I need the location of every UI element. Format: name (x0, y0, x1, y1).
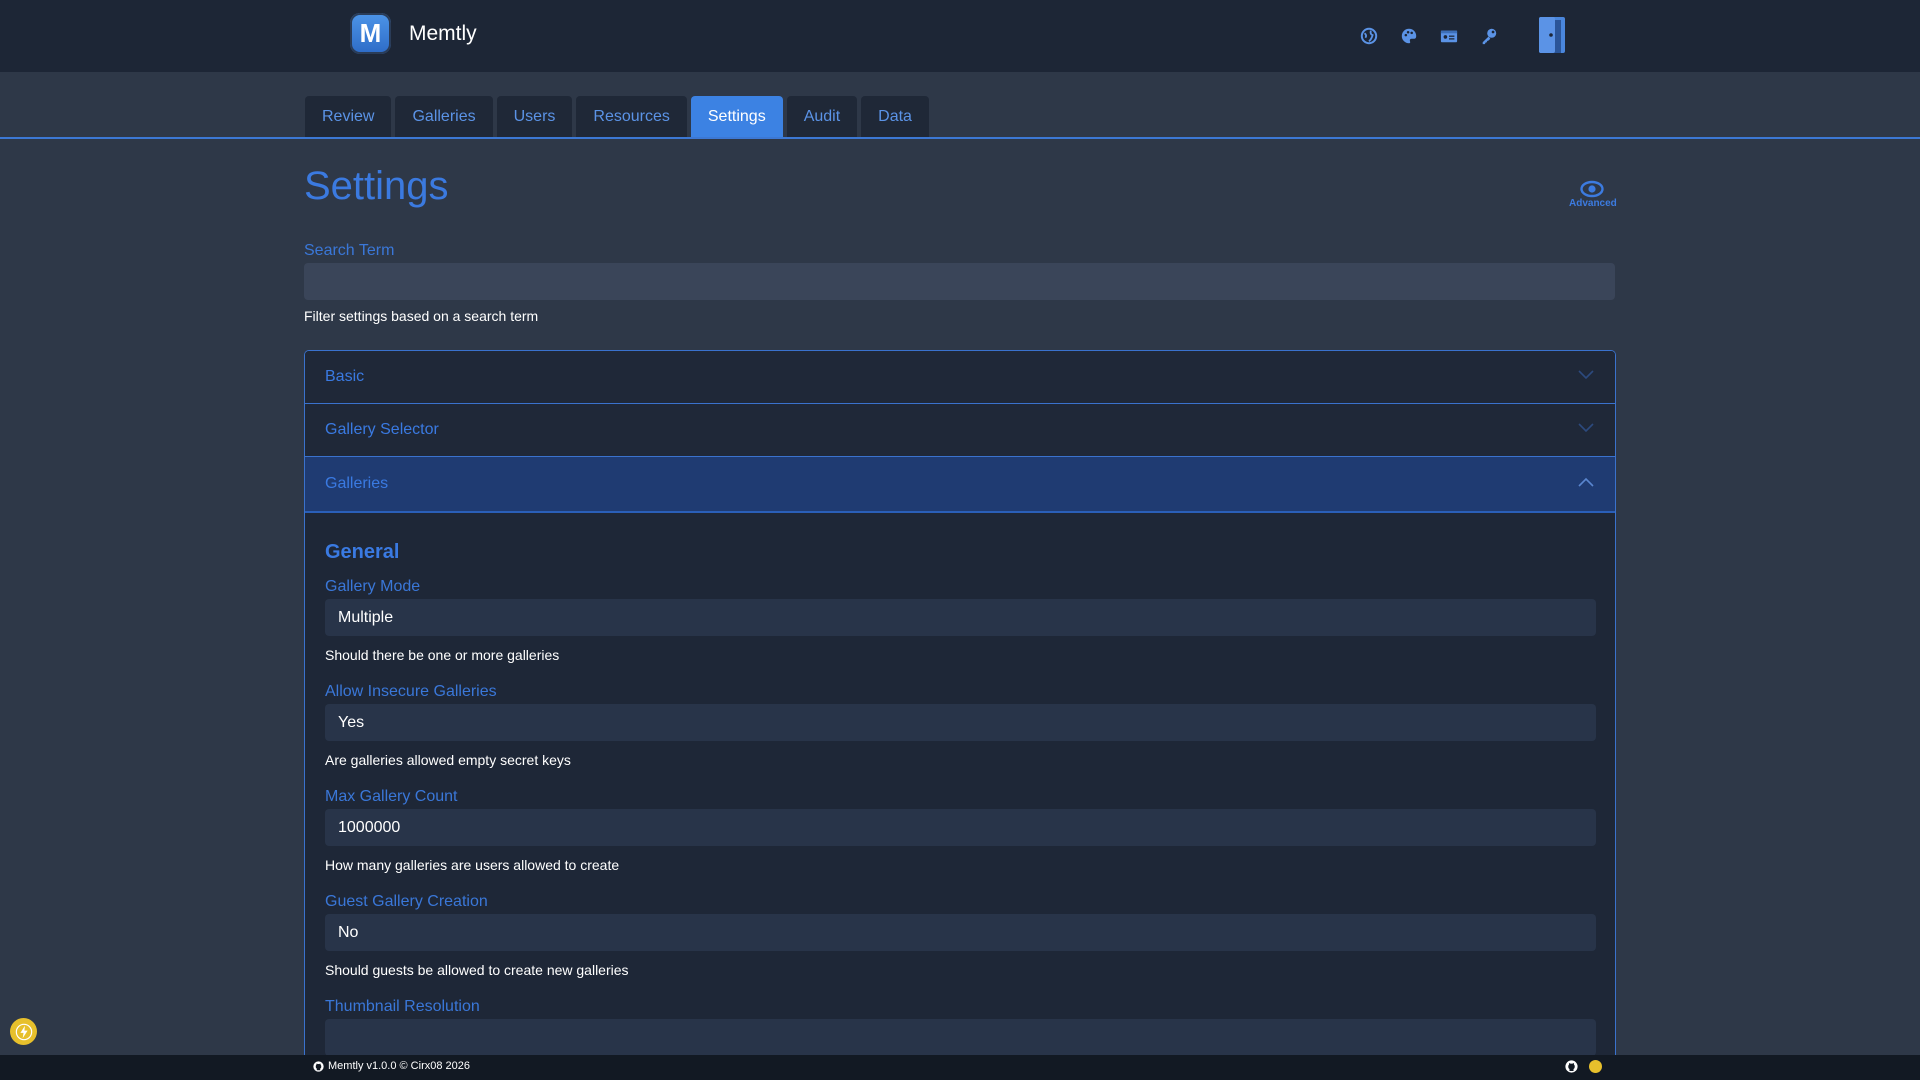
guest-gallery-creation-select[interactable]: No (325, 914, 1596, 951)
gallery-mode-select[interactable]: Multiple (325, 599, 1596, 636)
advanced-toggle[interactable]: Advanced (1569, 178, 1617, 209)
tab-divider (0, 137, 1920, 139)
field-help: How many galleries are users allowed to … (325, 857, 620, 873)
thumbnail-resolution-input[interactable] (325, 1019, 1596, 1056)
accordion-header-galleries[interactable]: Galleries (305, 457, 1615, 513)
chevron-down-icon (1577, 368, 1595, 386)
chevron-down-icon (1577, 421, 1595, 439)
accordion-body-galleries: General Gallery Mode Multiple Should the… (305, 513, 1615, 1056)
app-name: Memtly (409, 21, 477, 45)
field-gallery-mode: Gallery Mode Multiple Should there be on… (325, 578, 1596, 663)
field-label: Allow Insecure Galleries (325, 683, 497, 700)
tab-users[interactable]: Users (496, 96, 573, 137)
allow-insecure-galleries-select[interactable]: Yes (325, 704, 1596, 741)
palette-icon[interactable] (1395, 22, 1423, 50)
footer-actions (1565, 1060, 1602, 1073)
field-help: Should guests be allowed to create new g… (325, 962, 629, 978)
tab-review[interactable]: Review (305, 96, 392, 137)
id-card-icon[interactable] (1435, 22, 1463, 50)
tab-audit[interactable]: Audit (786, 96, 858, 137)
settings-accordion: Basic Gallery Selector Galleries General… (304, 350, 1616, 1080)
max-gallery-count-input[interactable]: 1000000 (325, 809, 1596, 846)
page-title: Settings (304, 164, 449, 208)
tab-settings[interactable]: Settings (690, 96, 783, 137)
tab-data[interactable]: Data (861, 96, 929, 137)
tab-galleries[interactable]: Galleries (395, 96, 493, 137)
field-allow-insecure-galleries: Allow Insecure Galleries Yes Are galleri… (325, 683, 1596, 768)
top-navbar: M Memtly (0, 0, 1920, 72)
memtly-logo: M (350, 13, 391, 54)
footer-credit: Memtly v1.0.0 © Cirx08 2026 (313, 1060, 470, 1072)
accordion-header-gallery-selector[interactable]: Gallery Selector (305, 404, 1615, 457)
accordion-header-basic[interactable]: Basic (305, 351, 1615, 404)
header-actions (1355, 22, 1515, 50)
field-guest-gallery-creation: Guest Gallery Creation No Should guests … (325, 893, 1596, 978)
eye-icon (1580, 180, 1604, 198)
brand[interactable]: M Memtly (350, 13, 477, 54)
search-term-help: Filter settings based on a search term (304, 308, 539, 324)
accordion-label: Gallery Selector (325, 421, 439, 438)
field-label: Gallery Mode (325, 578, 421, 595)
globe-icon[interactable] (1355, 22, 1383, 50)
field-help: Should there be one or more galleries (325, 647, 560, 663)
github-icon (313, 1060, 324, 1072)
field-label: Thumbnail Resolution (325, 998, 480, 1015)
chevron-up-icon (1577, 475, 1595, 493)
section-title-general: General (325, 541, 400, 563)
field-thumbnail-resolution: Thumbnail Resolution (325, 998, 1596, 1056)
field-help: Are galleries allowed empty secret keys (325, 752, 571, 768)
github-icon[interactable] (1565, 1060, 1578, 1073)
coin-icon[interactable] (1589, 1060, 1602, 1073)
tab-resources[interactable]: Resources (576, 96, 687, 137)
search-term-input[interactable] (304, 263, 1615, 300)
logout-door-icon[interactable] (1536, 17, 1568, 53)
field-label: Guest Gallery Creation (325, 893, 488, 910)
footer: Memtly v1.0.0 © Cirx08 2026 (0, 1055, 1920, 1080)
accordion-label: Galleries (325, 475, 389, 492)
key-icon[interactable] (1475, 22, 1503, 50)
field-max-gallery-count: Max Gallery Count 1000000 How many galle… (325, 788, 1596, 873)
footer-text: Memtly v1.0.0 © Cirx08 2026 (328, 1060, 470, 1072)
search-term-label: Search Term (304, 242, 395, 259)
field-label: Max Gallery Count (325, 788, 458, 805)
advanced-label: Advanced (1569, 198, 1617, 209)
lightning-icon[interactable] (10, 1018, 37, 1045)
accordion-label: Basic (325, 368, 365, 385)
main-tabs: Review Galleries Users Resources Setting… (305, 96, 933, 137)
